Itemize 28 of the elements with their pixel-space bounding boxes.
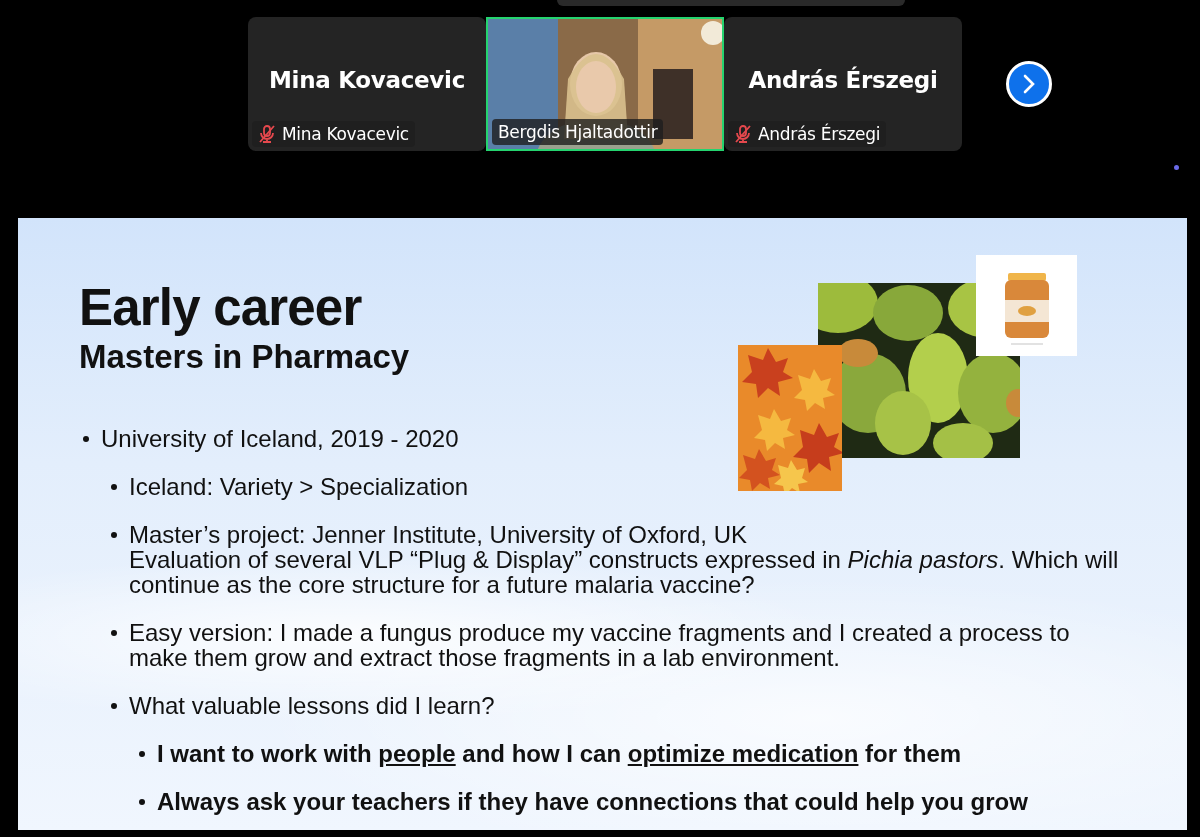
next-page-button[interactable] xyxy=(1006,61,1052,107)
bullet-text: Always ask your teachers if they have connections that could help you grow xyxy=(157,789,1028,814)
bullet-text: University of Iceland, 2019 - 2020 xyxy=(101,426,459,451)
participant-name-label: András Érszegi xyxy=(728,121,887,147)
bullet-text: Evaluation of several VLP “Plug & Display” constructs expressed in Pichia pastors. Which will continue as the core structure for a future malaria vaccine? xyxy=(129,547,1120,597)
bullet-text: Easy version: I made a fungus produce my vaccine fragments and I created a process to make them grow and extract those fragments in a lab environment. xyxy=(129,620,1071,670)
bullet-icon xyxy=(83,436,89,442)
bullet-text: What valuable lessons did I learn? xyxy=(129,693,495,718)
bullet-icon xyxy=(111,630,117,636)
bullet-icon xyxy=(111,484,117,490)
bullet-text: Master’s project: Jenner Institute, University of Oxford, UK xyxy=(129,522,748,547)
bullet-icon xyxy=(139,799,145,805)
participant-name: Mina Kovacevic xyxy=(268,67,466,93)
bullet-icon xyxy=(111,532,117,538)
participant-tile[interactable]: András Érszegi András Érszegi xyxy=(724,17,962,151)
slide-subtitle: Masters in Pharmacy xyxy=(79,338,410,376)
bullet-text: Iceland: Variety > Specialization xyxy=(129,474,469,499)
status-dot xyxy=(1174,165,1179,170)
participant-tile[interactable]: Bergdis Hjaltadottir xyxy=(486,17,724,151)
chevron-right-icon xyxy=(1021,73,1037,95)
participant-tile[interactable]: Mina Kovacevic Mina Kovacevic xyxy=(248,17,486,151)
participant-name-label: Bergdis Hjaltadottir xyxy=(492,119,664,145)
bullet-text: I want to work with people and how I can optimize medication for them xyxy=(157,741,962,766)
bullet-icon xyxy=(139,751,145,757)
bullet-icon xyxy=(111,703,117,709)
participant-name-label: Mina Kovacevic xyxy=(252,121,415,147)
slide-title: Early career xyxy=(79,280,362,336)
participant-name: András Érszegi xyxy=(747,67,939,93)
